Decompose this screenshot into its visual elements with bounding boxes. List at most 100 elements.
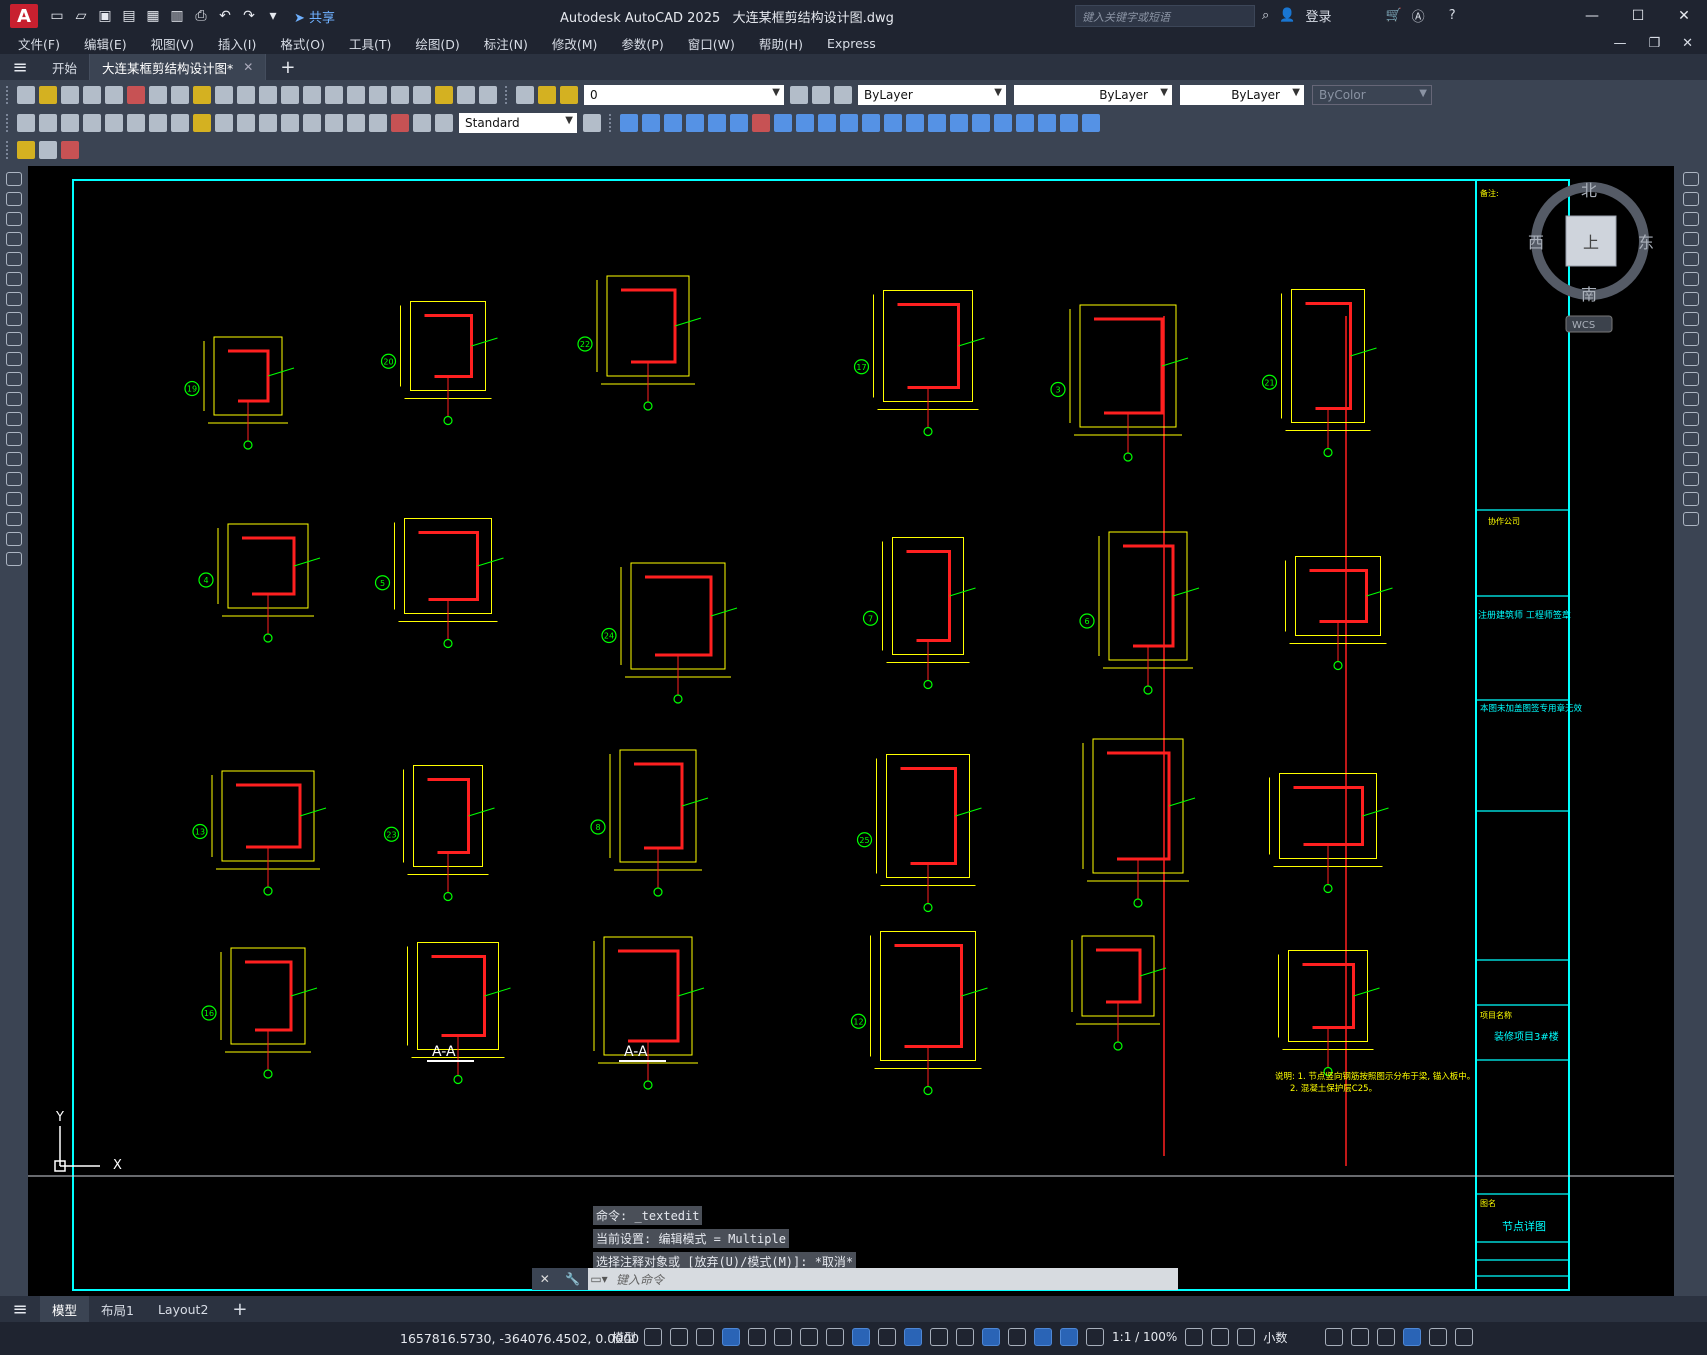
doc-minimize-button[interactable]: — xyxy=(1613,36,1626,51)
viewcube-west[interactable]: 西 xyxy=(1528,233,1544,252)
ortho-icon[interactable] xyxy=(748,1328,767,1346)
extrude-icon[interactable] xyxy=(796,114,814,132)
infer-constraints-icon[interactable] xyxy=(696,1328,715,1346)
add-layout-button[interactable]: + xyxy=(220,1296,259,1322)
open-file-icon[interactable]: ▱ xyxy=(72,7,90,25)
scale-icon[interactable] xyxy=(1682,312,1699,326)
linetype-select[interactable]: ByLayer ▼ xyxy=(1014,85,1172,105)
wedge-icon[interactable] xyxy=(642,114,660,132)
point-icon[interactable] xyxy=(6,432,22,446)
toolbar-grip[interactable] xyxy=(505,86,508,104)
menu-file[interactable]: 文件(F) xyxy=(18,34,60,53)
mirror-icon[interactable] xyxy=(1682,212,1699,226)
rectangle-icon[interactable] xyxy=(6,252,22,266)
zoom-previous-icon[interactable] xyxy=(347,86,365,104)
pyramid-icon[interactable] xyxy=(752,114,770,132)
gradient-icon[interactable] xyxy=(6,472,22,486)
extend-icon[interactable] xyxy=(1682,372,1699,386)
menu-edit[interactable]: 编辑(E) xyxy=(84,34,127,53)
plot-icon[interactable]: ⎙ xyxy=(192,7,210,25)
tolerance-icon[interactable] xyxy=(303,114,321,132)
radius-icon[interactable] xyxy=(105,114,123,132)
layer-properties-icon[interactable] xyxy=(516,86,534,104)
save-as-icon[interactable]: ▤ xyxy=(120,7,138,25)
lineweight-icon[interactable] xyxy=(878,1328,897,1346)
cut-icon[interactable] xyxy=(149,86,167,104)
save-icon[interactable]: ▣ xyxy=(96,7,114,25)
model-space-button[interactable]: 模型 xyxy=(612,1329,636,1346)
dim-space-icon[interactable] xyxy=(259,114,277,132)
layer-on-icon[interactable] xyxy=(538,86,556,104)
loft-icon[interactable] xyxy=(862,114,880,132)
intersect-icon[interactable] xyxy=(928,114,946,132)
lock-ui-icon[interactable] xyxy=(1351,1328,1370,1346)
paste-icon[interactable] xyxy=(193,86,211,104)
polygon-icon[interactable] xyxy=(6,232,22,246)
workspace-gear-icon[interactable] xyxy=(1185,1328,1204,1346)
annotation-monitor-icon[interactable] xyxy=(1211,1328,1230,1346)
publish-icon[interactable] xyxy=(127,86,145,104)
plotstyle-select[interactable]: ByColor ▼ xyxy=(1312,85,1432,105)
color-select[interactable]: ByLayer ▼ xyxy=(858,85,1006,105)
make-block-icon[interactable] xyxy=(6,412,22,426)
customize-qat-icon[interactable]: ▾ xyxy=(264,7,282,25)
viewcube-south[interactable]: 南 xyxy=(1581,285,1597,304)
viewcube[interactable]: 上 北 南 西 东 WCS xyxy=(1528,181,1654,333)
region-icon[interactable] xyxy=(6,492,22,506)
3d-align-icon[interactable] xyxy=(1038,114,1056,132)
isolate-objects-icon[interactable] xyxy=(1377,1328,1396,1346)
customize-icon[interactable]: 🔧 xyxy=(565,1272,580,1286)
sphere-icon[interactable] xyxy=(686,114,704,132)
text-style-select[interactable]: Standard ▼ xyxy=(459,113,577,133)
tab-start[interactable]: 开始 xyxy=(40,54,91,80)
matchprop-icon[interactable] xyxy=(215,86,233,104)
revolve-icon[interactable] xyxy=(818,114,836,132)
stretch-icon[interactable] xyxy=(1682,332,1699,346)
viewcube-north[interactable]: 北 xyxy=(1581,181,1597,200)
drawing-canvas[interactable]: 备注: 协作公司 注册建筑师 工程师签章 本图未加盖图签专用章无效 项目名称 装… xyxy=(28,166,1674,1296)
cone-icon[interactable] xyxy=(664,114,682,132)
xref-icon[interactable] xyxy=(61,141,79,159)
command-input[interactable]: 键入命令 xyxy=(610,1271,1178,1288)
isodraft-icon[interactable] xyxy=(800,1328,819,1346)
center-mark-icon[interactable] xyxy=(325,114,343,132)
selection-cycling-icon[interactable] xyxy=(930,1328,949,1346)
break-icon[interactable] xyxy=(1682,412,1699,426)
sweep-icon[interactable] xyxy=(840,114,858,132)
menu-hamburger-icon[interactable]: ≡ xyxy=(0,57,40,78)
new-file-icon[interactable]: ▭ xyxy=(48,7,66,25)
dim-style-icon[interactable] xyxy=(583,114,601,132)
plot-icon[interactable] xyxy=(83,86,101,104)
undo-icon[interactable] xyxy=(237,86,255,104)
join-icon[interactable] xyxy=(1682,432,1699,446)
customization-icon[interactable] xyxy=(1455,1328,1474,1346)
units-icon[interactable] xyxy=(1237,1328,1256,1346)
doc-restore-button[interactable]: ❐ xyxy=(1648,36,1660,51)
chamfer-icon[interactable] xyxy=(1682,452,1699,466)
layer-previous-icon[interactable] xyxy=(812,86,830,104)
copy-object-icon[interactable] xyxy=(1682,192,1699,206)
inspect-icon[interactable] xyxy=(347,114,365,132)
jogged-linear-icon[interactable] xyxy=(369,114,387,132)
3d-mirror-icon[interactable] xyxy=(1060,114,1078,132)
menu-insert[interactable]: 插入(I) xyxy=(218,34,256,53)
3d-move-icon[interactable] xyxy=(994,114,1012,132)
tab-drawing[interactable]: 大连某框剪结构设计图* ✕ xyxy=(90,54,267,80)
jogged-icon[interactable] xyxy=(127,114,145,132)
arc-icon[interactable] xyxy=(6,272,22,286)
undo-icon[interactable]: ↶ xyxy=(216,7,234,25)
help-icon[interactable]: ? xyxy=(1449,8,1456,23)
quick-dim-icon[interactable] xyxy=(193,114,211,132)
blend-icon[interactable] xyxy=(1682,492,1699,506)
dim-text-edit-icon[interactable] xyxy=(413,114,431,132)
ellipse-arc-icon[interactable] xyxy=(6,372,22,386)
ellipse-icon[interactable] xyxy=(6,352,22,366)
cart-icon[interactable]: 🛒 xyxy=(1385,8,1401,23)
gizmo-icon[interactable] xyxy=(1034,1328,1053,1346)
slice-icon[interactable] xyxy=(950,114,968,132)
subtract-icon[interactable] xyxy=(906,114,924,132)
menu-view[interactable]: 视图(V) xyxy=(151,34,194,53)
hatch-icon[interactable] xyxy=(6,452,22,466)
menu-tools[interactable]: 工具(T) xyxy=(349,34,391,53)
coordinates-readout[interactable]: 1657816.5730, -364076.4502, 0.0000 xyxy=(400,1331,639,1346)
